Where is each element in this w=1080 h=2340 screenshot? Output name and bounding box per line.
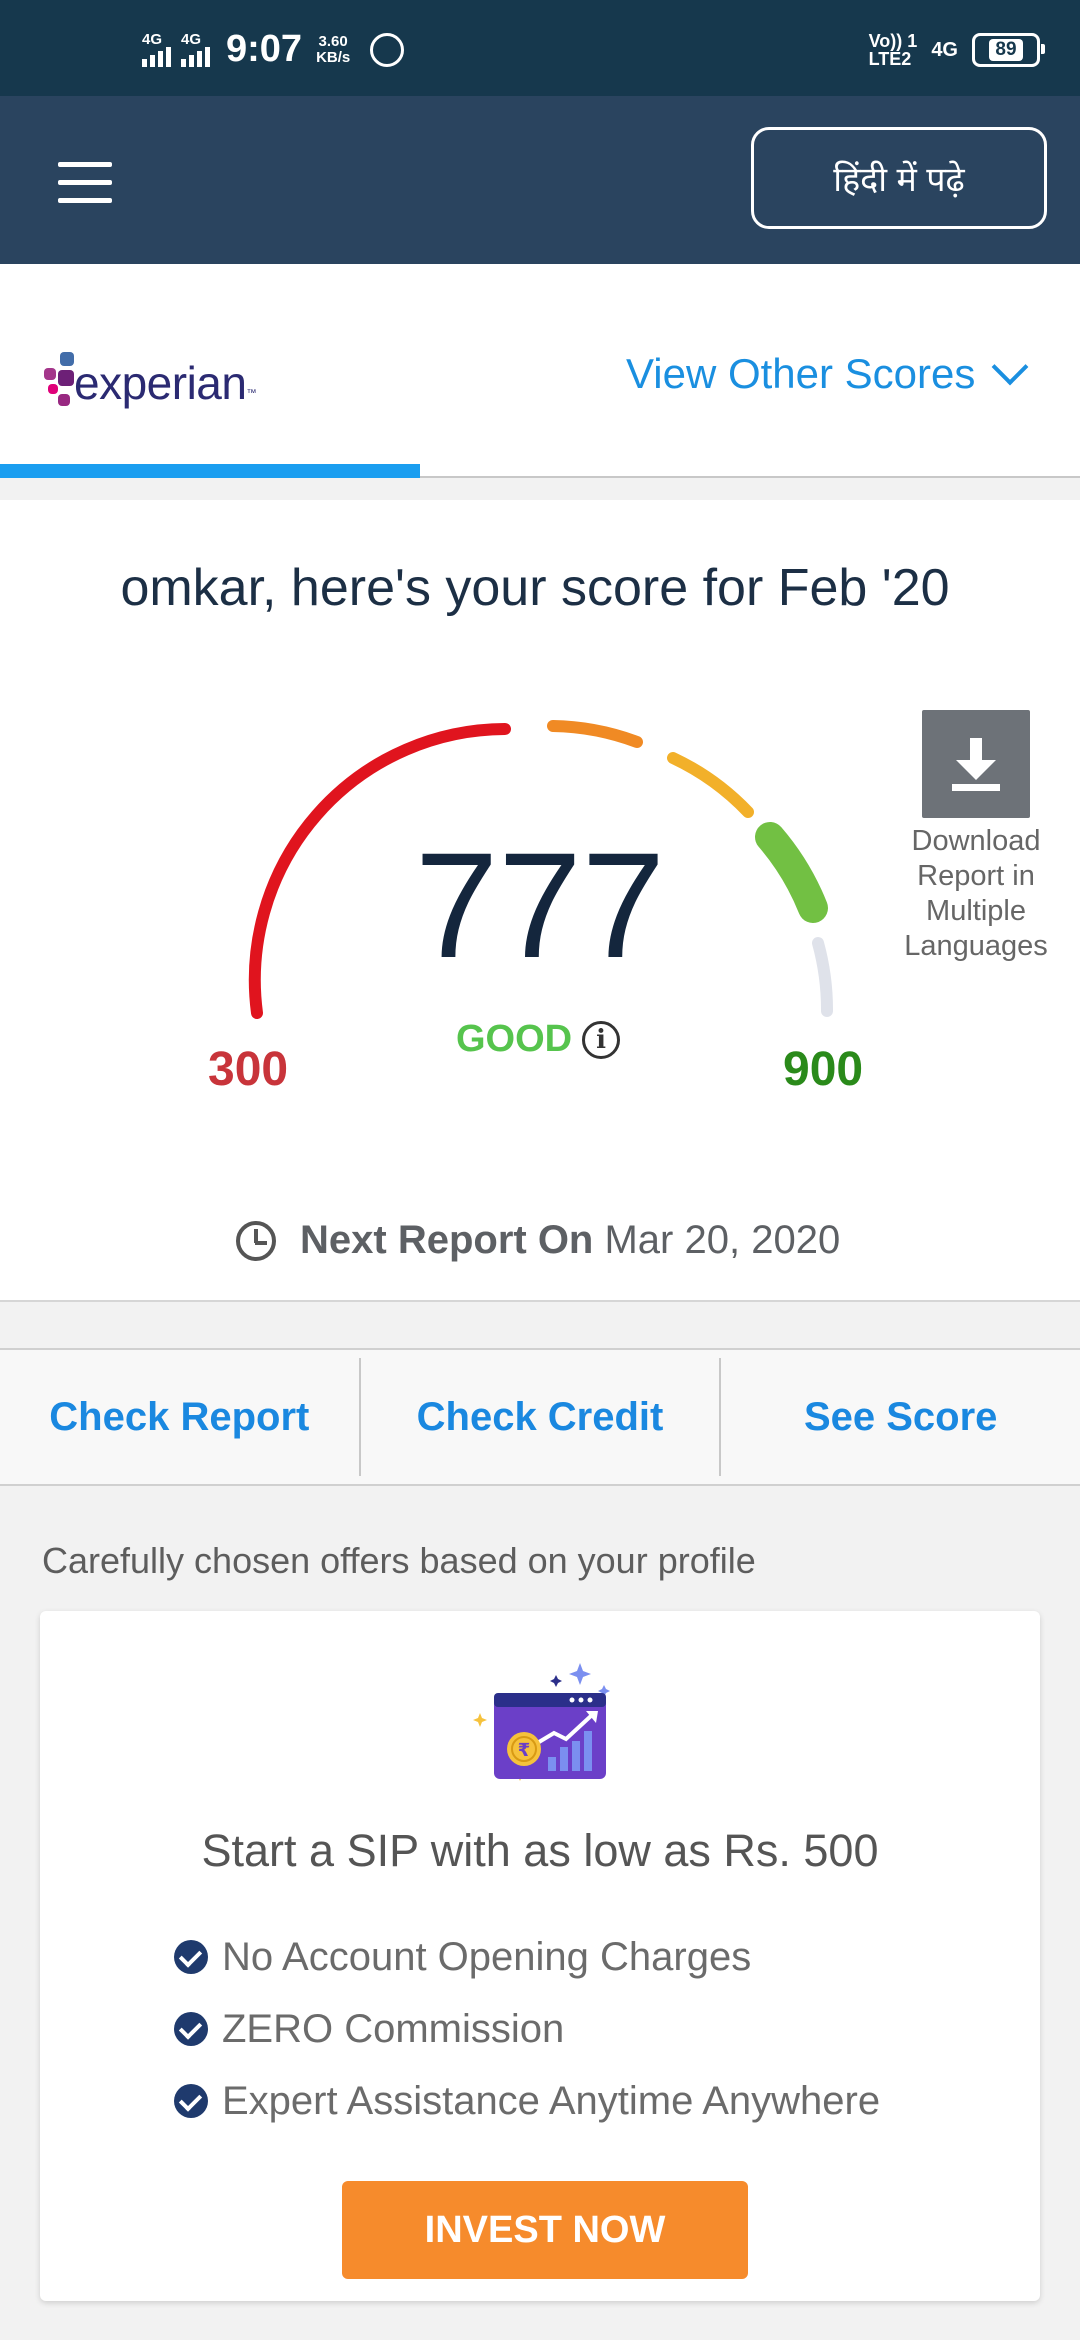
status-right: Vo)) 1 LTE2 4G 89 [869, 32, 1045, 68]
benefit-item: Expert Assistance Anytime Anywhere [174, 2065, 880, 2137]
benefit-text: No Account Opening Charges [222, 1934, 752, 1979]
download-report-label: Download Report in Multiple Languages [904, 825, 1048, 962]
next-report-info: Next Report On Mar 20, 2020 [236, 1218, 840, 1263]
check-circle-icon [174, 2012, 208, 2046]
signal-2: 4G [181, 32, 210, 67]
check-circle-icon [174, 2084, 208, 2118]
network-type-2: 4G [181, 31, 202, 48]
menu-icon[interactable] [58, 162, 112, 216]
volte-indicator: Vo)) 1 LTE2 [869, 32, 918, 68]
gauge-segment-average [667, 752, 754, 818]
speed-value: 3.60 [318, 32, 348, 50]
bureau-tab-bar: experian ™ View Other Scores [0, 264, 1080, 478]
speed-unit: KB/s [316, 48, 351, 66]
view-other-scores-label: View Other Scores [626, 350, 976, 397]
offer-card: ₹ Start a SIP with as low as Rs. 500 No … [40, 1611, 1040, 2301]
logo-trademark: ™ [246, 387, 257, 399]
experian-logo[interactable]: experian ™ [44, 348, 256, 418]
whatsapp-icon [370, 32, 405, 67]
sip-growth-illustration: ₹ [473, 1663, 610, 1781]
offers-section-title: Carefully chosen offers based on your pr… [42, 1540, 756, 1581]
gauge-segment-excellent [812, 937, 834, 1017]
logo-text: experian [74, 357, 247, 409]
score-card: omkar, here's your score for Feb '20 777… [0, 500, 1080, 1302]
network-speed: 3.60 KB/s [316, 32, 351, 66]
active-tab-indicator [0, 464, 420, 478]
gauge-segment-good [755, 822, 828, 923]
chevron-down-icon [991, 348, 1029, 386]
network-type-3: 4G [931, 38, 958, 61]
invest-now-button[interactable]: INVEST NOW [342, 2181, 748, 2279]
benefit-item: No Account Opening Charges [174, 1921, 880, 1993]
signal-1: 4G [142, 32, 171, 67]
clock-icon [236, 1220, 276, 1261]
volte-line-2: LTE2 [868, 49, 912, 69]
benefit-item: ZERO Commission [174, 1993, 880, 2065]
language-toggle-button[interactable]: हिंदी में पढ़े [751, 127, 1047, 229]
gauge-segment-fair [547, 720, 643, 748]
download-report-button[interactable]: Download Report in Multiple Languages [894, 710, 1058, 964]
score-rating: GOOD i [456, 1018, 621, 1061]
signal-bars-icon [181, 47, 210, 67]
status-bar: 4G 4G 9:07 3.60 KB/s Vo)) 1 LTE2 4G 89 [0, 0, 1080, 96]
status-left: 4G 4G 9:07 3.60 KB/s [142, 28, 405, 71]
offer-headline: Start a SIP with as low as Rs. 500 [201, 1825, 879, 1876]
network-type-1: 4G [142, 31, 163, 48]
offer-benefits-list: No Account Opening Charges ZERO Commissi… [174, 1921, 880, 2137]
check-report-link[interactable]: Check Report [0, 1350, 359, 1484]
download-icon [922, 710, 1030, 818]
see-score-link[interactable]: See Score [721, 1350, 1080, 1484]
check-credit-link[interactable]: Check Credit [361, 1350, 720, 1484]
battery-level: 89 [989, 39, 1023, 61]
score-min-label: 300 [208, 1043, 289, 1096]
app-bar: हिंदी में पढ़े [0, 96, 1080, 264]
battery-icon: 89 [972, 33, 1045, 67]
logo-dots-icon [44, 348, 74, 418]
quick-links-bar: Check Report Check Credit See Score [0, 1348, 1080, 1486]
volte-line-1: Vo)) 1 [868, 31, 918, 51]
next-report-label: Next Report On [300, 1218, 594, 1262]
benefit-text: Expert Assistance Anytime Anywhere [222, 2078, 881, 2123]
score-max-label: 900 [783, 1043, 864, 1096]
benefit-text: ZERO Commission [222, 2006, 565, 2051]
clock-time: 9:07 [226, 28, 303, 70]
next-report-date: Mar 20, 2020 [604, 1218, 841, 1262]
signal-bars-icon [142, 47, 171, 67]
rupee-symbol: ₹ [518, 1740, 531, 1761]
info-icon[interactable]: i [582, 1020, 621, 1059]
check-circle-icon [174, 1940, 208, 1974]
credit-score-value: 777 [414, 821, 666, 989]
rating-label: GOOD [456, 1018, 573, 1060]
view-other-scores-dropdown[interactable]: View Other Scores [626, 348, 1029, 398]
